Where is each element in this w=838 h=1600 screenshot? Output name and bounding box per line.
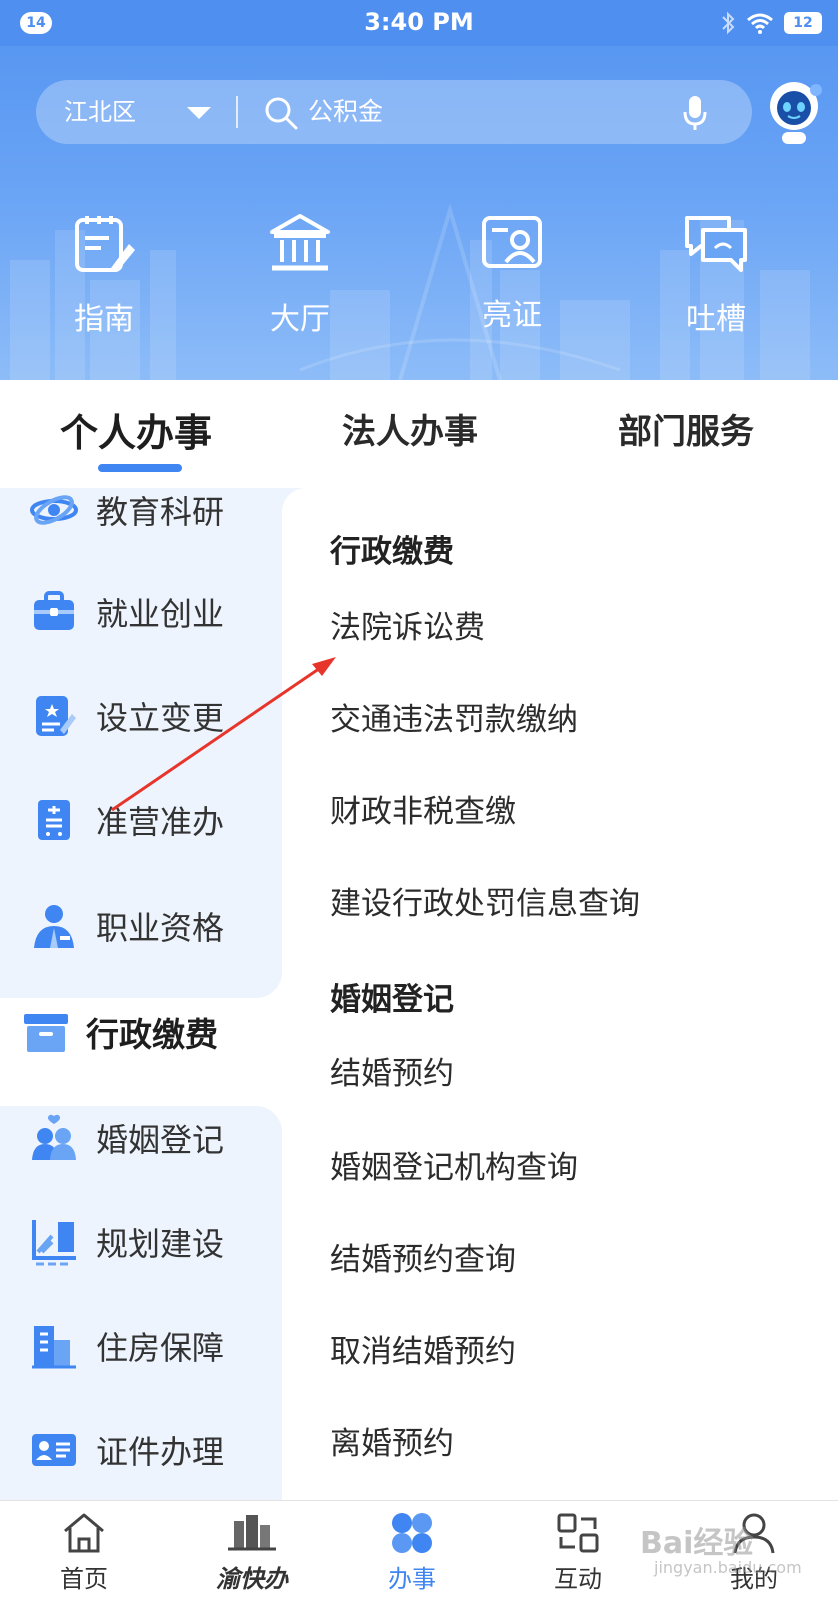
nav-item-label: 设立变更	[96, 699, 225, 737]
category-tabs: 个人办事 法人办事 部门服务	[0, 380, 838, 488]
assistant-robot-icon[interactable]	[762, 76, 826, 146]
bottom-nav-services[interactable]: 办事	[352, 1511, 472, 1594]
bottom-nav-label: 互动	[554, 1565, 602, 1593]
nav-item-label: 规划建设	[96, 1225, 225, 1263]
tab-personal[interactable]: 个人办事	[60, 402, 212, 457]
interaction-swap-icon	[557, 1513, 599, 1553]
header-banner: 江北区 公积金 指南 大厅 亮证 吐槽	[0, 46, 838, 380]
quick-action-feedback[interactable]: 吐槽	[636, 212, 796, 338]
nav-item-housing[interactable]: 住房保障	[0, 1316, 282, 1376]
service-item-appointment-query[interactable]: 结婚预约查询	[330, 1234, 516, 1279]
battery-indicator: 12	[784, 12, 822, 34]
planning-chart-icon	[32, 1220, 76, 1266]
nav-item-planning[interactable]: 规划建设	[0, 1212, 282, 1272]
watermark: Bai经验	[640, 1526, 754, 1561]
search-input[interactable]: 公积金	[308, 80, 383, 144]
nav-item-label: 婚姻登记	[96, 1121, 225, 1159]
nav-item-label: 准营准办	[96, 803, 225, 841]
hall-building-icon	[270, 214, 330, 271]
service-item-cancel-appointment[interactable]: 取消结婚预约	[330, 1326, 516, 1371]
watermark-url: jingyan.baidu.com	[654, 1558, 802, 1577]
id-card-icon	[482, 216, 542, 268]
search-bar[interactable]: 江北区 公积金	[36, 80, 752, 144]
quick-action-hall[interactable]: 大厅	[220, 212, 380, 338]
caret-down-icon[interactable]	[186, 106, 212, 120]
status-bar: 14 3:40 PM 12	[0, 0, 838, 46]
microphone-icon[interactable]	[682, 94, 708, 132]
nav-item-admin-payment[interactable]: 行政缴费	[0, 1002, 282, 1062]
guide-clipboard-icon	[75, 216, 135, 272]
quick-action-label: 大厅	[270, 302, 330, 337]
left-category-nav: 教育科研 就业创业 设立变更 准营准办 职业资格 行政缴费 婚姻登记 规划建设 …	[0, 488, 282, 1500]
quick-action-guide[interactable]: 指南	[24, 212, 184, 338]
active-tab-indicator	[98, 464, 182, 472]
quick-action-label: 指南	[74, 302, 134, 337]
four-petal-icon	[392, 1513, 432, 1553]
license-icon	[38, 800, 70, 840]
service-item-divorce-appointment[interactable]: 离婚预约	[330, 1418, 454, 1463]
service-list-pane: 行政缴费 法院诉讼费 交通违法罚款缴纳 财政非税查缴 建设行政处罚信息查询 婚姻…	[282, 488, 838, 1500]
status-icons: 12	[720, 10, 822, 36]
yukuaiban-logo-icon	[228, 1515, 276, 1551]
id-document-icon	[32, 1434, 76, 1466]
service-item-nontax-payment[interactable]: 财政非税查缴	[330, 786, 516, 831]
status-time: 3:40 PM	[364, 8, 474, 36]
bottom-nav-label: 办事	[388, 1565, 436, 1593]
nav-item-label: 证件办理	[96, 1433, 225, 1471]
couple-icon	[32, 1114, 76, 1160]
quick-action-label: 吐槽	[686, 302, 746, 337]
professional-person-icon	[34, 905, 74, 948]
nav-item-employment[interactable]: 就业创业	[0, 582, 282, 642]
nav-item-documents[interactable]: 证件办理	[0, 1420, 282, 1480]
nav-item-establish-change[interactable]: 设立变更	[0, 686, 282, 746]
tab-legal-entity[interactable]: 法人办事	[342, 404, 478, 453]
service-item-court-fee[interactable]: 法院诉讼费	[330, 602, 485, 647]
nav-item-label: 住房保障	[96, 1329, 225, 1367]
service-item-traffic-fine[interactable]: 交通违法罚款缴纳	[330, 694, 578, 739]
section-title: 行政缴费	[330, 534, 454, 570]
service-item-construction-penalty[interactable]: 建设行政处罚信息查询	[330, 878, 640, 923]
housing-building-icon	[32, 1326, 76, 1369]
nav-item-label: 就业创业	[96, 595, 225, 633]
region-selector[interactable]: 江北区	[64, 80, 136, 144]
home-icon	[64, 1513, 104, 1553]
archive-box-icon	[24, 1014, 68, 1052]
quick-action-show-id[interactable]: 亮证	[432, 212, 592, 334]
service-item-registry-lookup[interactable]: 婚姻登记机构查询	[330, 1142, 578, 1187]
nav-item-label: 教育科研	[96, 493, 225, 531]
tab-department-services[interactable]: 部门服务	[618, 404, 754, 453]
bottom-nav-interaction[interactable]: 互动	[518, 1511, 638, 1594]
nav-item-label: 职业资格	[96, 909, 225, 947]
nav-item-label-selected: 行政缴费	[86, 1015, 218, 1054]
nav-item-business-permit[interactable]: 准营准办	[0, 790, 282, 850]
bottom-nav-yukuaiban[interactable]: 渝快办	[192, 1511, 312, 1594]
certificate-edit-icon	[36, 696, 76, 736]
quick-action-label: 亮证	[482, 298, 542, 333]
search-icon	[265, 97, 298, 130]
nav-item-marriage[interactable]: 婚姻登记	[0, 1108, 282, 1168]
bottom-nav-label: 渝快办	[216, 1565, 288, 1593]
atom-icon	[30, 495, 78, 525]
bottom-nav-label: 首页	[60, 1565, 108, 1593]
briefcase-icon	[34, 591, 74, 630]
section-title: 婚姻登记	[330, 982, 454, 1018]
feedback-chat-icon	[685, 216, 747, 272]
bottom-nav-home[interactable]: 首页	[24, 1511, 144, 1594]
nav-item-qualification[interactable]: 职业资格	[0, 896, 282, 956]
nav-item-education[interactable]: 教育科研	[0, 480, 282, 540]
search-divider	[236, 96, 238, 128]
service-item-marriage-appointment[interactable]: 结婚预约	[330, 1048, 454, 1093]
bluetooth-icon	[722, 11, 735, 35]
wifi-icon	[747, 13, 773, 34]
